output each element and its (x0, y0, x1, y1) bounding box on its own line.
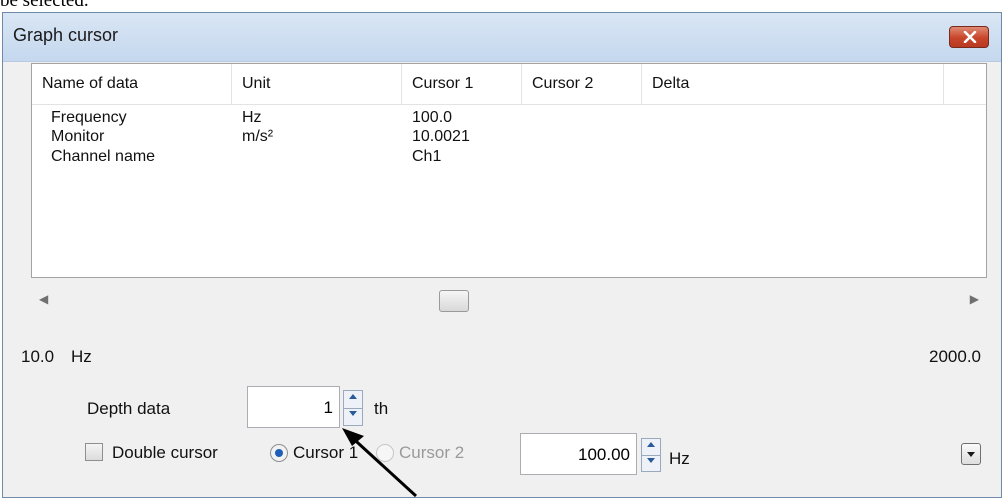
column-header-unit[interactable]: Unit (232, 64, 402, 104)
double-cursor-label[interactable]: Double cursor (112, 443, 218, 463)
cursor1-radio[interactable] (270, 444, 288, 462)
range-unit: Hz (71, 347, 92, 366)
list-header: Name of data Unit Cursor 1 Cursor 2 Delt… (32, 64, 986, 105)
document-partial-text: be selected. (0, 0, 89, 11)
depth-up-arrow-icon[interactable] (344, 391, 362, 409)
row-unit: m/s² (242, 128, 274, 145)
scroll-left-arrow-icon[interactable]: ◀ (39, 292, 48, 306)
row-cursor1: 10.0021 (412, 128, 470, 145)
range-max-value: 2000.0 (929, 347, 981, 366)
close-icon (963, 31, 977, 43)
row-cursor1: 100.0 (412, 109, 453, 126)
annotation-arrow-icon (342, 428, 418, 498)
column-header-name[interactable]: Name of data (32, 64, 232, 104)
row-cursor1: Ch1 (412, 148, 442, 165)
title-bar: Graph cursor (3, 13, 1001, 62)
cursor-position-input[interactable]: 100.00 (520, 433, 637, 475)
window-title: Graph cursor (13, 25, 119, 45)
radio-selected-dot (275, 449, 283, 457)
data-list[interactable]: Name of data Unit Cursor 1 Cursor 2 Delt… (31, 63, 987, 278)
cursor-position-spinner[interactable] (641, 438, 661, 472)
close-button[interactable] (949, 26, 989, 48)
expand-button[interactable] (961, 443, 981, 465)
row-name: Frequency (51, 109, 127, 126)
double-cursor-checkbox[interactable] (85, 443, 103, 461)
scroll-thumb[interactable] (439, 290, 469, 312)
cursor-position-unit: Hz (669, 449, 690, 468)
depth-data-label: Depth data (87, 399, 171, 418)
column-header-delta[interactable]: Delta (642, 64, 944, 104)
scroll-right-arrow-icon[interactable]: ▶ (970, 292, 979, 306)
chevron-down-icon (967, 452, 975, 457)
row-unit: Hz (242, 109, 262, 126)
row-name: Monitor (51, 128, 105, 145)
column-header-cursor1[interactable]: Cursor 1 (402, 64, 522, 104)
column-header-cursor2[interactable]: Cursor 2 (522, 64, 642, 104)
position-up-arrow-icon[interactable] (642, 439, 660, 456)
cursor-position-scrollbar[interactable]: ◀ ▶ (31, 288, 987, 314)
depth-suffix: th (374, 399, 389, 418)
position-down-arrow-icon[interactable] (642, 455, 660, 471)
depth-data-input[interactable]: 1 (247, 386, 340, 428)
row-name: Channel name (51, 148, 156, 165)
range-min-value: 10.0 (21, 347, 55, 366)
